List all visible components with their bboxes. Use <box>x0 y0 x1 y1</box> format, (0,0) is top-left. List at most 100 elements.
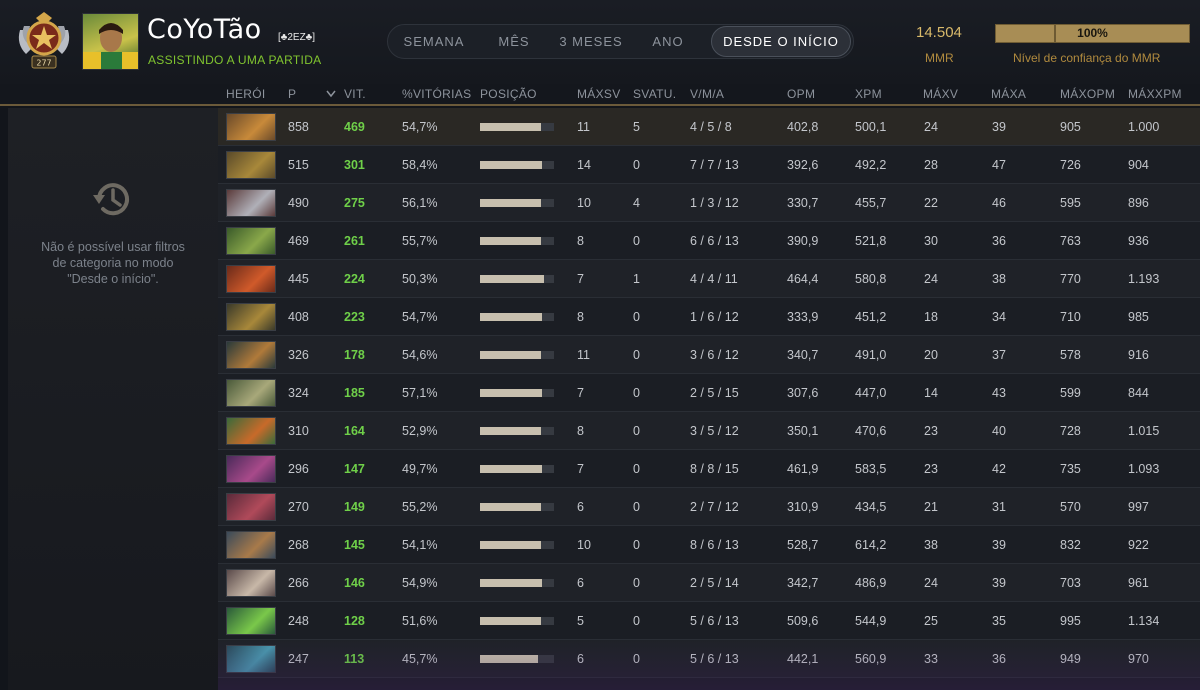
cell-max-assistencias: 31 <box>992 500 1006 514</box>
tab-semana[interactable]: SEMANA <box>393 25 475 58</box>
col-posicao[interactable]: POSIÇÃO <box>480 87 537 101</box>
hero-portrait-icon[interactable] <box>226 569 276 597</box>
cell-max-assistencias: 39 <box>992 120 1006 134</box>
category-filter-sidebar: Não é possível usar filtros de categoria… <box>8 108 218 690</box>
col-heroi[interactable]: HERÓI <box>226 87 266 101</box>
hero-portrait-icon[interactable] <box>226 493 276 521</box>
cell-max-sequencia: 11 <box>577 120 590 134</box>
col-vitorias[interactable]: VIT. <box>344 87 366 101</box>
player-avatar[interactable] <box>82 13 139 70</box>
table-row[interactable]: 247 113 45,7% 6 0 5 / 6 / 13 442,1 560,9 33 36 949… <box>218 640 1200 678</box>
cell-max-sequencia: 5 <box>577 614 584 628</box>
cell-max-sequencia: 8 <box>577 234 584 248</box>
cell-opm: 464,4 <box>787 272 819 286</box>
col-max-abates[interactable]: MÁXV <box>923 87 958 101</box>
cell-vitorias: 301 <box>344 158 365 172</box>
position-bar <box>480 199 554 207</box>
hero-portrait-icon[interactable] <box>226 189 276 217</box>
tab-desde-o-inicio[interactable]: DESDE O INÍCIO <box>711 26 851 57</box>
table-row[interactable]: 310 164 52,9% 8 0 3 / 5 / 12 350,1 470,6 23 40 728… <box>218 412 1200 450</box>
cell-opm: 310,9 <box>787 500 819 514</box>
cell-max-sequencia: 14 <box>577 158 591 172</box>
cell-max-abates: 21 <box>924 500 938 514</box>
col-partidas[interactable]: P <box>288 87 296 101</box>
cell-max-abates: 22 <box>924 196 938 210</box>
cell-sequencia-atual: 0 <box>633 348 640 362</box>
hero-portrait-icon[interactable] <box>226 379 276 407</box>
cell-pct-vitorias: 51,6% <box>402 614 438 628</box>
cell-max-opm: 763 <box>1060 234 1081 248</box>
hero-portrait-icon[interactable] <box>226 303 276 331</box>
cell-opm: 342,7 <box>787 576 819 590</box>
hero-portrait-icon[interactable] <box>226 455 276 483</box>
col-max-assistencias[interactable]: MÁXA <box>991 87 1026 101</box>
cell-max-sequencia: 7 <box>577 462 584 476</box>
table-row[interactable]: 248 128 51,6% 5 0 5 / 6 / 13 509,6 544,9 25 35 995… <box>218 602 1200 640</box>
cell-max-abates: 23 <box>924 424 938 438</box>
tab-ano[interactable]: ANO <box>640 25 696 58</box>
table-row[interactable]: 408 223 54,7% 8 0 1 / 6 / 12 333,9 451,2 18 34 710… <box>218 298 1200 336</box>
cell-opm: 350,1 <box>787 424 819 438</box>
cell-max-opm: 949 <box>1060 652 1081 666</box>
col-max-sequencia[interactable]: MÁXSV <box>577 87 621 101</box>
cell-xpm: 470,6 <box>855 424 887 438</box>
cell-max-opm: 703 <box>1060 576 1081 590</box>
cell-max-abates: 25 <box>924 614 938 628</box>
cell-max-abates: 33 <box>924 652 938 666</box>
hero-portrait-icon[interactable] <box>226 607 276 635</box>
cell-kda: 7 / 7 / 13 <box>690 158 739 172</box>
cell-kda: 1 / 6 / 12 <box>690 310 739 324</box>
cell-pct-vitorias: 55,7% <box>402 234 438 248</box>
table-row[interactable]: 326 178 54,6% 11 0 3 / 6 / 12 340,7 491,0 20 37 57… <box>218 336 1200 374</box>
table-row[interactable]: 270 149 55,2% 6 0 2 / 7 / 12 310,9 434,5 21 31 570… <box>218 488 1200 526</box>
cell-kda: 5 / 6 / 13 <box>690 614 739 628</box>
hero-portrait-icon[interactable] <box>226 113 276 141</box>
cell-kda: 5 / 6 / 13 <box>690 652 739 666</box>
hero-portrait-icon[interactable] <box>226 645 276 673</box>
cell-partidas: 490 <box>288 196 309 210</box>
hero-portrait-icon[interactable] <box>226 151 276 179</box>
cell-max-assistencias: 35 <box>992 614 1006 628</box>
table-row[interactable]: 268 145 54,1% 10 0 8 / 6 / 13 528,7 614,2 38 39 83… <box>218 526 1200 564</box>
hero-portrait-icon[interactable] <box>226 417 276 445</box>
position-bar <box>480 389 554 397</box>
cell-max-abates: 18 <box>924 310 938 324</box>
hero-portrait-icon[interactable] <box>226 341 276 369</box>
cell-xpm: 486,9 <box>855 576 887 590</box>
hero-portrait-icon[interactable] <box>226 265 276 293</box>
cell-pct-vitorias: 54,1% <box>402 538 438 552</box>
table-row[interactable]: 324 185 57,1% 7 0 2 / 5 / 15 307,6 447,0 14 43 599… <box>218 374 1200 412</box>
col-sequencia-atual[interactable]: SVATU. <box>633 87 676 101</box>
table-row[interactable]: 469 261 55,7% 8 0 6 / 6 / 13 390,9 521,8 30 36 763… <box>218 222 1200 260</box>
table-row[interactable]: 296 147 49,7% 7 0 8 / 8 / 15 461,9 583,5 23 42 735… <box>218 450 1200 488</box>
table-row[interactable]: 445 224 50,3% 7 1 4 / 4 / 11 464,4 580,8 24 38 770… <box>218 260 1200 298</box>
table-row[interactable]: 858 469 54,7% 11 5 4 / 5 / 8 402,8 500,1 24 39 905… <box>218 108 1200 146</box>
col-kda[interactable]: V/M/A <box>690 87 724 101</box>
cell-partidas: 408 <box>288 310 309 324</box>
hero-portrait-icon[interactable] <box>226 227 276 255</box>
position-bar-fill <box>480 237 541 245</box>
table-row[interactable]: 515 301 58,4% 14 0 7 / 7 / 13 392,6 492,2 28 47 72… <box>218 146 1200 184</box>
col-xpm[interactable]: XPM <box>855 87 882 101</box>
sort-chevron-down-icon[interactable] <box>326 90 336 98</box>
history-clock-icon <box>93 183 129 216</box>
col-opm[interactable]: OPM <box>787 87 815 101</box>
cell-max-opm: 728 <box>1060 424 1081 438</box>
cell-sequencia-atual: 0 <box>633 538 640 552</box>
position-bar-fill <box>480 351 542 359</box>
col-max-xpm[interactable]: MÁXXPM <box>1128 87 1182 101</box>
table-row[interactable]: 266 146 54,9% 6 0 2 / 5 / 14 342,7 486,9 24 39 703… <box>218 564 1200 602</box>
col-pct-vitorias[interactable]: %VITÓRIAS <box>402 87 471 101</box>
cell-sequencia-atual: 0 <box>633 576 640 590</box>
cell-max-xpm: 916 <box>1128 348 1149 362</box>
cell-sequencia-atual: 0 <box>633 500 640 514</box>
cell-partidas: 270 <box>288 500 309 514</box>
table-row[interactable]: 490 275 56,1% 10 4 1 / 3 / 12 330,7 455,7 22 46 59… <box>218 184 1200 222</box>
tab-3-meses[interactable]: 3 MESES <box>553 25 629 58</box>
position-bar <box>480 541 554 549</box>
hero-portrait-icon[interactable] <box>226 531 276 559</box>
position-bar-fill <box>480 313 543 321</box>
col-max-opm[interactable]: MÁXOPM <box>1060 87 1115 101</box>
player-name: CoYoTão <box>147 14 262 45</box>
tab-mes[interactable]: MÊS <box>486 25 542 58</box>
